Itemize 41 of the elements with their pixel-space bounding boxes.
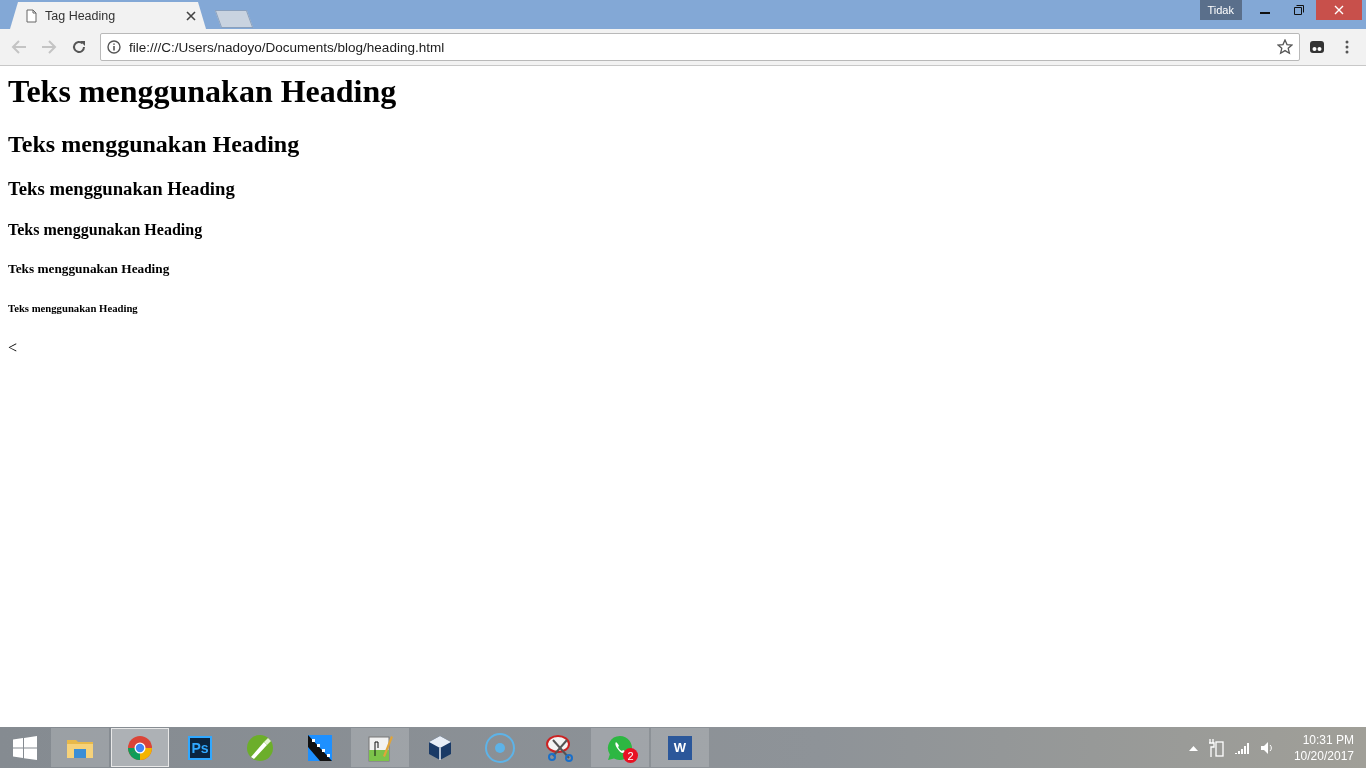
heading: Teks menggunakan Heading [8, 302, 138, 314]
page-icon [26, 8, 37, 23]
badge: 2 [623, 748, 638, 763]
chevron-up-icon[interactable] [1188, 744, 1198, 751]
app-logo: W [668, 735, 692, 760]
windows-logo-icon[interactable] [13, 735, 37, 760]
taskbar-button[interactable]: W [651, 728, 709, 767]
profile-label[interactable]: Tidak [1199, 0, 1242, 20]
taskbar-button[interactable]: 2 [591, 728, 649, 767]
app-logo: Ps [188, 735, 212, 760]
address-bar[interactable]: file:///C:/Users/nadoyo/Documents/blog/heading.html [100, 33, 1300, 61]
heading: Teks menggunakan Heading [8, 261, 170, 277]
clock-date: 10/20/2017 [1293, 747, 1354, 764]
speaker-icon[interactable] [1259, 740, 1274, 755]
heading: Teks menggunakan Heading [8, 131, 300, 158]
battery-icon[interactable] [1207, 738, 1224, 757]
menu-icon[interactable] [1345, 40, 1349, 54]
restore-icon[interactable] [1294, 5, 1304, 15]
heading: Teks menggunakan Heading [8, 73, 397, 110]
close-icon [1334, 5, 1344, 15]
reload-icon[interactable] [71, 39, 87, 55]
notepad-icon [367, 733, 393, 762]
clock-time: 10:31 PM [1302, 731, 1354, 748]
signal-icon[interactable] [1233, 741, 1250, 754]
close-icon[interactable] [186, 10, 196, 21]
extension-icon[interactable] [1309, 40, 1325, 54]
pen-icon [246, 733, 274, 762]
heading: Teks menggunakan Heading [8, 221, 203, 239]
close-button[interactable] [1316, 0, 1362, 20]
clapper-icon [306, 732, 334, 763]
browser-tab[interactable]: Tag Heading [10, 2, 206, 29]
info-icon [107, 40, 121, 54]
star-icon[interactable] [1277, 39, 1293, 55]
scissors-icon [545, 733, 575, 762]
paragraph: < [8, 339, 18, 357]
new-tab-button[interactable] [214, 10, 254, 28]
taskbar-button[interactable]: Ps [171, 728, 229, 767]
circle-icon [484, 731, 516, 764]
browser-icon [127, 734, 153, 761]
heading: Teks menggunakan Heading [8, 178, 235, 200]
cube-icon [426, 733, 454, 762]
